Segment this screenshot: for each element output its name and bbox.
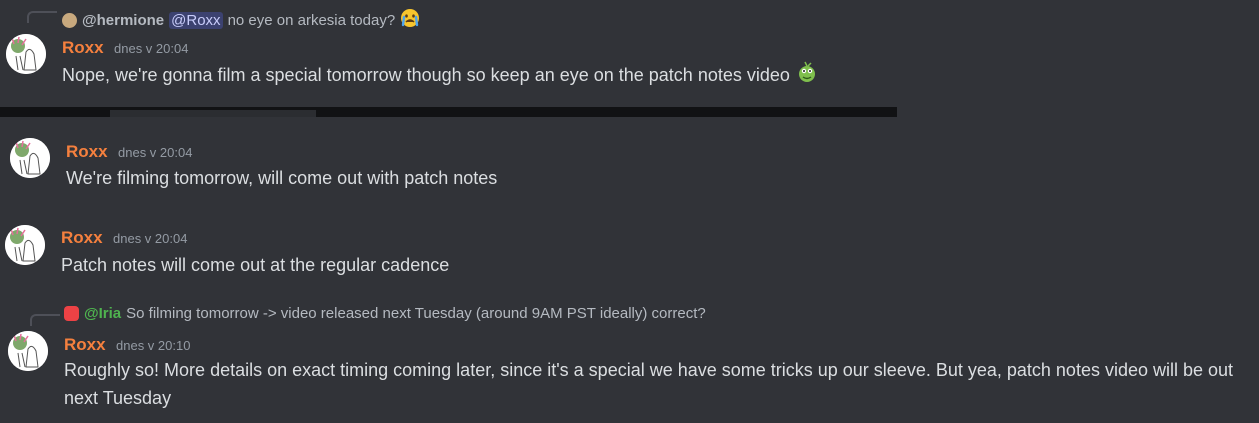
- discord-red-icon: [64, 306, 79, 321]
- pepe-frog-emoji: [795, 60, 819, 92]
- username[interactable]: Roxx: [61, 228, 103, 248]
- timestamp: dnes v 20:04: [113, 231, 188, 246]
- reply-connector: [27, 11, 57, 23]
- reply-connector: [30, 314, 60, 326]
- username[interactable]: Roxx: [64, 335, 106, 355]
- message-content: We're filming tomorrow, will come out wi…: [66, 168, 498, 188]
- reply-text: no eye on arkesia today?: [227, 11, 396, 29]
- message-content: Roughly so! More details on exact timing…: [64, 360, 1234, 408]
- timestamp: dnes v 20:10: [116, 338, 191, 353]
- avatar[interactable]: [10, 138, 50, 178]
- avatar[interactable]: [5, 225, 45, 265]
- mention[interactable]: @Roxx: [169, 11, 223, 29]
- reply-preview[interactable]: @Iria So filming tomorrow -> video relea…: [64, 305, 706, 322]
- screenshot-divider-ghost: [110, 110, 316, 117]
- reply-username[interactable]: @Iria: [84, 305, 121, 322]
- timestamp: dnes v 20:04: [118, 145, 193, 160]
- message-text: Nope, we're gonna film a special tomorro…: [62, 64, 790, 85]
- avatar[interactable]: [6, 34, 46, 74]
- message-content: Nope, we're gonna film a special tomorro…: [62, 60, 819, 92]
- avatar[interactable]: [8, 331, 48, 371]
- username[interactable]: Roxx: [62, 38, 104, 58]
- crying-face-emoji: [400, 8, 420, 32]
- reply-text: So filming tomorrow -> video released ne…: [126, 305, 706, 322]
- timestamp: dnes v 20:04: [114, 41, 189, 56]
- message-content: Patch notes will come out at the regular…: [61, 255, 450, 275]
- reply-username[interactable]: @hermione: [82, 12, 164, 29]
- username[interactable]: Roxx: [66, 142, 108, 162]
- reply-preview[interactable]: @hermione @Roxx no eye on arkesia today?: [62, 8, 420, 32]
- hermione-avatar: [62, 12, 77, 28]
